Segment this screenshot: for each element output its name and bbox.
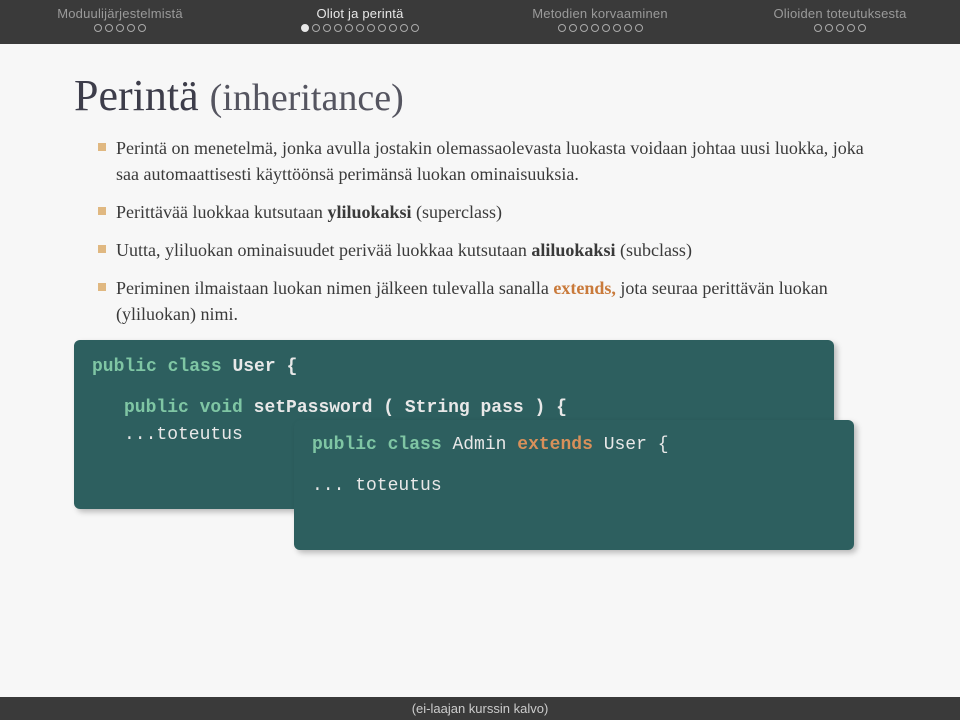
progress-dot[interactable] (334, 24, 342, 32)
progress-dot[interactable] (323, 24, 331, 32)
progress-dot[interactable] (367, 24, 375, 32)
progress-dot[interactable] (116, 24, 124, 32)
bullet-post: (subclass) (615, 240, 691, 260)
bullet-list: Perintä on menetelmä, jonka avulla josta… (74, 135, 886, 328)
nav-label[interactable]: Olioiden toteutuksesta (720, 6, 960, 21)
nav-section[interactable]: Oliot ja perintä (240, 6, 480, 32)
keyword: public class (312, 435, 442, 455)
progress-dot[interactable] (558, 24, 566, 32)
code-line: public void setPassword ( String pass ) … (92, 395, 816, 422)
progress-dot[interactable] (400, 24, 408, 32)
code-text: ... toteutus (312, 476, 442, 496)
bullet-post: (superclass) (411, 202, 501, 222)
slide-content: Perintä (inheritance) Perintä on menetel… (0, 44, 960, 509)
bullet-item: Uutta, yliluokan ominaisuudet perivää lu… (98, 237, 886, 263)
nav-section[interactable]: Olioiden toteutuksesta (720, 6, 960, 32)
progress-dots (480, 24, 720, 32)
title-main: Perintä (74, 71, 199, 120)
footer: (ei-laajan kurssin kalvo) (0, 697, 960, 720)
progress-dot[interactable] (301, 24, 309, 32)
nav-section[interactable]: Metodien korvaaminen (480, 6, 720, 32)
progress-dots (240, 24, 480, 32)
nav-label[interactable]: Metodien korvaaminen (480, 6, 720, 21)
bullet-pre: Uutta, yliluokan ominaisuudet perivää lu… (116, 240, 531, 260)
bullet-bold: aliluokaksi (531, 240, 615, 260)
slide-title: Perintä (inheritance) (74, 70, 886, 121)
progress-dot[interactable] (127, 24, 135, 32)
bullet-pre: Perittävää luokkaa kutsutaan (116, 202, 327, 222)
progress-dot[interactable] (138, 24, 146, 32)
footer-text: (ei-laajan kurssin kalvo) (412, 701, 549, 716)
progress-dot[interactable] (411, 24, 419, 32)
progress-dot[interactable] (569, 24, 577, 32)
code-block-wrapper: public class User { public void setPassw… (74, 340, 886, 509)
progress-dot[interactable] (580, 24, 588, 32)
code-panel-admin: public class Admin extends User { ... to… (294, 420, 854, 550)
class-name: User { (232, 357, 297, 377)
code-line: ... toteutus (312, 473, 836, 500)
bullet-text: Perintä on menetelmä, jonka avulla josta… (116, 138, 864, 184)
code-line: public class Admin extends User { (312, 432, 836, 459)
progress-dot[interactable] (836, 24, 844, 32)
nav-label[interactable]: Oliot ja perintä (240, 6, 480, 21)
superclass-name: User { (604, 435, 669, 455)
progress-dot[interactable] (858, 24, 866, 32)
progress-dot[interactable] (105, 24, 113, 32)
progress-dot[interactable] (635, 24, 643, 32)
bullet-pre: Periminen ilmaistaan luokan nimen jälkee… (116, 278, 553, 298)
nav-section[interactable]: Moduulijärjestelmistä (0, 6, 240, 32)
progress-dot[interactable] (624, 24, 632, 32)
method-sig: setPassword ( String pass ) { (254, 398, 567, 418)
code-text: ...toteutus (124, 425, 243, 445)
keyword: public void (124, 398, 243, 418)
top-nav: ModuulijärjestelmistäOliot ja perintäMet… (0, 0, 960, 44)
title-sub: (inheritance) (210, 77, 404, 119)
progress-dots (0, 24, 240, 32)
progress-dot[interactable] (613, 24, 621, 32)
progress-dot[interactable] (312, 24, 320, 32)
progress-dot[interactable] (825, 24, 833, 32)
nav-label[interactable]: Moduulijärjestelmistä (0, 6, 240, 21)
bullet-item: Perintä on menetelmä, jonka avulla josta… (98, 135, 886, 187)
bullet-item: Periminen ilmaistaan luokan nimen jälkee… (98, 275, 886, 327)
progress-dot[interactable] (389, 24, 397, 32)
keyword: public class (92, 357, 222, 377)
progress-dot[interactable] (345, 24, 353, 32)
extends-keyword: extends (517, 435, 593, 455)
progress-dot[interactable] (356, 24, 364, 32)
progress-dot[interactable] (591, 24, 599, 32)
progress-dot[interactable] (814, 24, 822, 32)
progress-dot[interactable] (94, 24, 102, 32)
progress-dot[interactable] (602, 24, 610, 32)
bullet-item: Perittävää luokkaa kutsutaan yliluokaksi… (98, 199, 886, 225)
class-name: Admin (452, 435, 506, 455)
progress-dot[interactable] (378, 24, 386, 32)
progress-dots (720, 24, 960, 32)
bullet-extends: extends, (553, 278, 616, 298)
code-line: public class User { (92, 354, 816, 381)
progress-dot[interactable] (847, 24, 855, 32)
bullet-bold: yliluokaksi (327, 202, 411, 222)
